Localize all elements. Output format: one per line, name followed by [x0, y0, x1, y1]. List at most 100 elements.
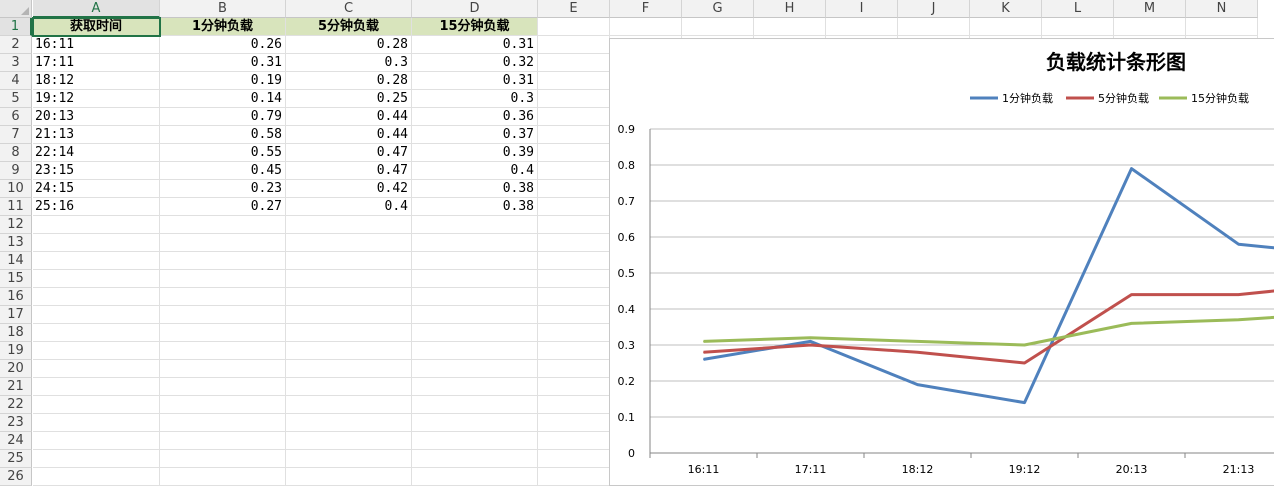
cell-d26[interactable] — [412, 468, 538, 486]
column-header-a[interactable]: A — [33, 0, 160, 18]
row-header-25[interactable]: 25 — [0, 450, 32, 468]
table-cell[interactable]: 0.28 — [286, 36, 412, 54]
cell-c17[interactable] — [286, 306, 412, 324]
table-cell[interactable]: 20:13 — [33, 108, 160, 126]
table-cell[interactable]: 24:15 — [33, 180, 160, 198]
cell-d24[interactable] — [412, 432, 538, 450]
column-header-j[interactable]: J — [898, 0, 970, 18]
cell-c16[interactable] — [286, 288, 412, 306]
cell-b16[interactable] — [160, 288, 286, 306]
cell-b13[interactable] — [160, 234, 286, 252]
cell-b17[interactable] — [160, 306, 286, 324]
row-header-10[interactable]: 10 — [0, 180, 32, 198]
cell-c13[interactable] — [286, 234, 412, 252]
cell-a18[interactable] — [33, 324, 160, 342]
cell-a15[interactable] — [33, 270, 160, 288]
table-cell[interactable]: 0.44 — [286, 126, 412, 144]
cell-d13[interactable] — [412, 234, 538, 252]
column-header-g[interactable]: G — [682, 0, 754, 18]
table-cell[interactable]: 0.25 — [286, 90, 412, 108]
row-header-1[interactable]: 1 — [0, 18, 32, 36]
cell-e22[interactable] — [538, 396, 610, 414]
cell-d12[interactable] — [412, 216, 538, 234]
table-header-cell[interactable]: 1分钟负载 — [160, 18, 286, 36]
cell-b14[interactable] — [160, 252, 286, 270]
row-header-3[interactable]: 3 — [0, 54, 32, 72]
series-line-1[interactable] — [703, 167, 1274, 405]
cell-e9[interactable] — [538, 162, 610, 180]
table-header-cell[interactable]: 15分钟负载 — [412, 18, 538, 36]
table-cell[interactable]: 0.38 — [412, 198, 538, 216]
row-header-17[interactable]: 17 — [0, 306, 32, 324]
cell-e20[interactable] — [538, 360, 610, 378]
cell-b24[interactable] — [160, 432, 286, 450]
cell-d18[interactable] — [412, 324, 538, 342]
table-cell[interactable]: 0.45 — [160, 162, 286, 180]
table-cell[interactable]: 0.47 — [286, 162, 412, 180]
cell-d14[interactable] — [412, 252, 538, 270]
cell-a24[interactable] — [33, 432, 160, 450]
cell-a19[interactable] — [33, 342, 160, 360]
table-cell[interactable]: 0.47 — [286, 144, 412, 162]
row-header-8[interactable]: 8 — [0, 144, 32, 162]
cell-d21[interactable] — [412, 378, 538, 396]
line-chart[interactable]: 负载统计条形图 0 0.1 0.2 0.3 0.4 0.5 0.6 0.7 0.8 0.9 16:… — [609, 38, 1274, 486]
cell-e8[interactable] — [538, 144, 610, 162]
cell-e6[interactable] — [538, 108, 610, 126]
cell-e5[interactable] — [538, 90, 610, 108]
table-cell[interactable]: 0.28 — [286, 72, 412, 90]
cell-d15[interactable] — [412, 270, 538, 288]
column-header-m[interactable]: M — [1114, 0, 1186, 18]
cell-d20[interactable] — [412, 360, 538, 378]
cell-a16[interactable] — [33, 288, 160, 306]
cell-e1[interactable] — [538, 18, 610, 36]
table-cell[interactable]: 0.31 — [160, 54, 286, 72]
cell-a17[interactable] — [33, 306, 160, 324]
cell-e18[interactable] — [538, 324, 610, 342]
table-header-cell[interactable]: 获取时间 — [33, 18, 160, 36]
cell-e12[interactable] — [538, 216, 610, 234]
cell-a22[interactable] — [33, 396, 160, 414]
row-header-20[interactable]: 20 — [0, 360, 32, 378]
table-cell[interactable]: 25:16 — [33, 198, 160, 216]
table-cell[interactable]: 0.4 — [286, 198, 412, 216]
cell-f1[interactable] — [610, 18, 682, 36]
cell-c15[interactable] — [286, 270, 412, 288]
cell-a12[interactable] — [33, 216, 160, 234]
table-cell[interactable]: 19:12 — [33, 90, 160, 108]
column-header-h[interactable]: H — [754, 0, 826, 18]
table-cell[interactable]: 0.4 — [412, 162, 538, 180]
cell-d23[interactable] — [412, 414, 538, 432]
cell-b22[interactable] — [160, 396, 286, 414]
cell-e26[interactable] — [538, 468, 610, 486]
cell-e10[interactable] — [538, 180, 610, 198]
cell-e11[interactable] — [538, 198, 610, 216]
column-header-l[interactable]: L — [1042, 0, 1114, 18]
table-cell[interactable]: 0.26 — [160, 36, 286, 54]
cell-b20[interactable] — [160, 360, 286, 378]
cell-e25[interactable] — [538, 450, 610, 468]
row-header-16[interactable]: 16 — [0, 288, 32, 306]
series-line-2[interactable] — [703, 284, 1274, 365]
cell-e15[interactable] — [538, 270, 610, 288]
table-cell[interactable]: 23:15 — [33, 162, 160, 180]
column-header-e[interactable]: E — [538, 0, 610, 18]
row-header-6[interactable]: 6 — [0, 108, 32, 126]
cell-b23[interactable] — [160, 414, 286, 432]
column-header-f[interactable]: F — [610, 0, 682, 18]
table-cell[interactable]: 0.23 — [160, 180, 286, 198]
cell-b26[interactable] — [160, 468, 286, 486]
cell-e23[interactable] — [538, 414, 610, 432]
table-cell[interactable]: 0.38 — [412, 180, 538, 198]
cell-a13[interactable] — [33, 234, 160, 252]
cell-a14[interactable] — [33, 252, 160, 270]
cell-e14[interactable] — [538, 252, 610, 270]
row-header-22[interactable]: 22 — [0, 396, 32, 414]
cell-c26[interactable] — [286, 468, 412, 486]
cell-g1[interactable] — [682, 18, 754, 36]
row-header-7[interactable]: 7 — [0, 126, 32, 144]
cell-n1[interactable] — [1186, 18, 1258, 36]
table-cell[interactable]: 0.58 — [160, 126, 286, 144]
cell-c22[interactable] — [286, 396, 412, 414]
row-header-11[interactable]: 11 — [0, 198, 32, 216]
